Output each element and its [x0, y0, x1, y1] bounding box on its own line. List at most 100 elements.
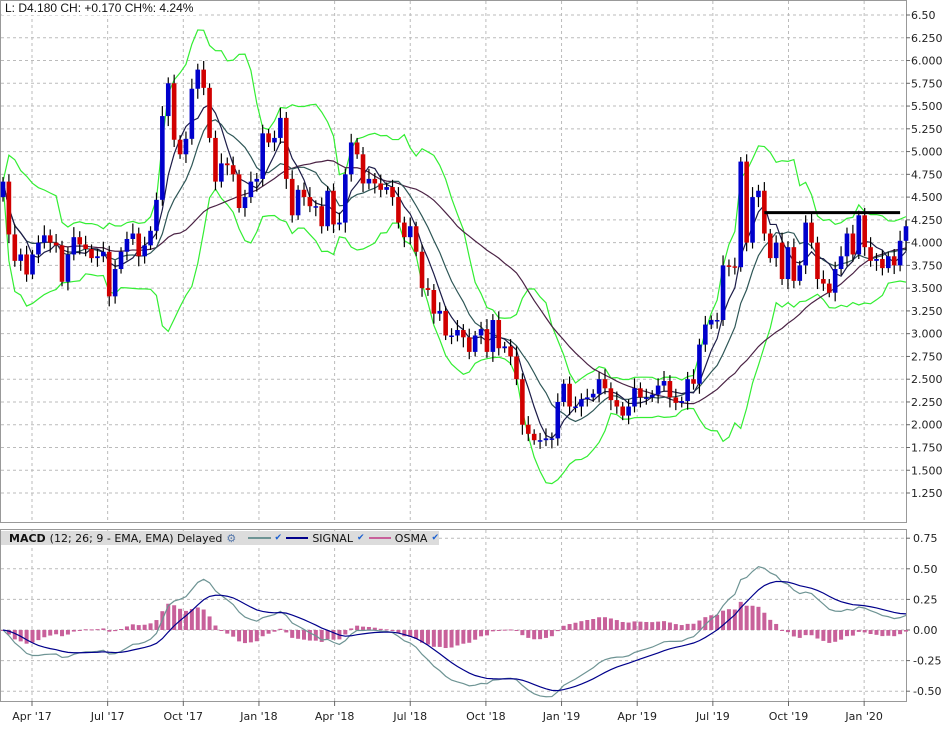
- osma-bar: [526, 630, 531, 638]
- candle-up: [248, 181, 254, 198]
- candle-up: [472, 335, 478, 352]
- settings-icon[interactable]: ⚙: [226, 532, 236, 545]
- candle-up: [543, 438, 549, 441]
- osma-bar: [520, 630, 525, 636]
- price-tick-label: 5.750: [911, 77, 943, 90]
- osma-bar: [378, 628, 383, 630]
- time-tick-label: Jul '18: [392, 710, 427, 723]
- signal-label: SIGNAL: [312, 531, 353, 545]
- candle-up: [437, 310, 443, 314]
- candle-up: [785, 247, 791, 280]
- candle-up: [685, 379, 690, 402]
- osma-bar: [154, 620, 159, 630]
- osma-bar: [620, 622, 625, 630]
- candle-up: [697, 344, 702, 384]
- candle-up: [348, 142, 354, 175]
- macd-params: (12; 26; 9 - EMA, EMA) Delayed: [49, 531, 223, 545]
- osma-bar: [201, 609, 206, 630]
- osma-bar: [561, 625, 566, 630]
- candle-up: [337, 222, 342, 225]
- time-tick-label: Oct '18: [466, 710, 506, 723]
- candle-up: [165, 83, 171, 117]
- osma-bar: [225, 630, 230, 634]
- osma-bar: [549, 630, 554, 637]
- stock-chart[interactable]: 6.50 6.250 6.000 5.750 5.500 5.250 5.000 4.750 4…: [0, 0, 951, 730]
- candle-up: [142, 245, 147, 257]
- osma-bar: [136, 625, 141, 630]
- price-tick-label: 2.000: [911, 419, 943, 432]
- candle-down: [354, 142, 360, 155]
- osma-bar: [455, 630, 460, 646]
- osma-bar: [532, 630, 537, 640]
- signal-visible-checkbox[interactable]: ✔: [357, 533, 365, 543]
- osma-bar: [685, 623, 690, 630]
- macd-line-swatch: [248, 537, 271, 539]
- time-tick-label: Oct '19: [769, 710, 809, 723]
- candle-down: [224, 163, 230, 166]
- osma-bar: [543, 630, 548, 638]
- price-readout: L: D4.180 CH: +0.170 CH%: 4.24%: [2, 1, 197, 15]
- candle-up: [384, 187, 389, 190]
- candle-down: [47, 235, 53, 243]
- candle-down: [826, 283, 832, 293]
- osma-bar: [83, 629, 88, 631]
- macd-panel: [0, 529, 907, 702]
- osma-bar: [827, 630, 832, 643]
- candle-down: [602, 379, 608, 389]
- osma-bar: [868, 630, 873, 634]
- osma-bar: [207, 616, 212, 630]
- candle-up: [885, 256, 891, 269]
- candle-down: [106, 251, 112, 297]
- osma-bar: [272, 630, 277, 632]
- osma-bar: [780, 630, 785, 631]
- osma-bar: [803, 630, 808, 636]
- macd-tick-label: -0.25: [913, 655, 941, 668]
- osma-bar: [89, 629, 94, 631]
- osma-bar: [130, 624, 135, 630]
- osma-bar: [443, 630, 448, 649]
- osma-visible-checkbox[interactable]: ✔: [431, 533, 439, 543]
- osma-bar: [461, 630, 466, 644]
- candle-down: [691, 379, 696, 384]
- candle-up: [242, 197, 248, 209]
- candle-up: [756, 190, 761, 198]
- candle-up: [703, 324, 708, 345]
- candle-down: [230, 165, 236, 175]
- candle-down: [667, 381, 673, 398]
- osma-bar: [667, 622, 672, 630]
- osma-bar: [101, 628, 106, 630]
- candle-down: [809, 222, 814, 243]
- candle-up: [490, 320, 496, 352]
- osma-bar: [626, 622, 631, 630]
- time-tick-label: Jan '18: [239, 710, 277, 723]
- candle-up: [219, 163, 224, 182]
- osma-bar: [54, 630, 59, 635]
- candle-up: [649, 394, 655, 398]
- candle-down: [378, 183, 384, 190]
- candle-up: [325, 190, 330, 227]
- macd-tick-label: 0.75: [913, 532, 938, 545]
- osma-bar: [508, 629, 513, 631]
- osma-bar: [886, 630, 891, 636]
- candle-up: [708, 320, 714, 325]
- osma-bar: [585, 619, 590, 630]
- price-tick-label: 6.250: [911, 32, 943, 45]
- osma-bar: [48, 630, 53, 636]
- macd-visible-checkbox[interactable]: ✔: [275, 533, 283, 543]
- price-tick-label: 1.250: [911, 487, 943, 500]
- price-tick-label: 5.250: [911, 123, 943, 136]
- osma-bar: [904, 630, 908, 632]
- osma-bar: [898, 630, 903, 635]
- osma-bar: [479, 630, 484, 637]
- osma-bar: [296, 630, 301, 639]
- candle-up: [720, 265, 726, 321]
- candle-up: [590, 393, 596, 398]
- candle-up: [343, 174, 348, 223]
- candle-up: [278, 117, 283, 138]
- candle-up: [254, 178, 260, 182]
- candle-up: [101, 251, 106, 257]
- candle-up: [537, 440, 543, 442]
- osma-bar: [30, 630, 35, 643]
- candle-up: [478, 329, 484, 336]
- candle-up: [750, 197, 755, 243]
